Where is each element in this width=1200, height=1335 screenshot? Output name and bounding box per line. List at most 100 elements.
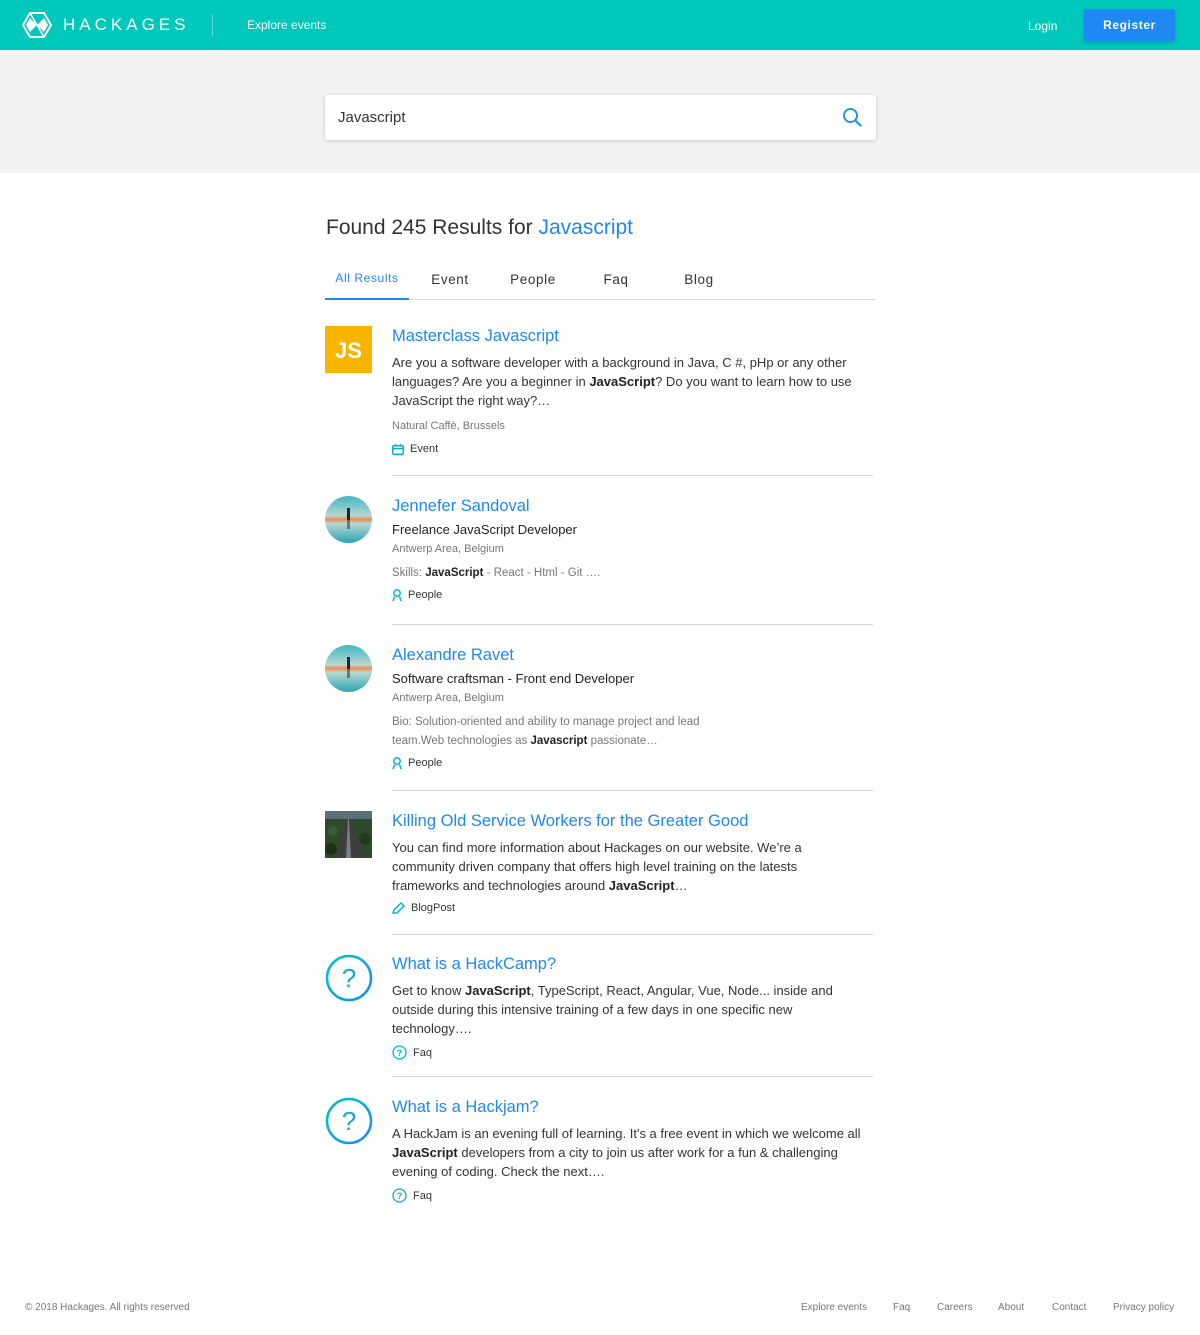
person-icon bbox=[392, 757, 402, 769]
result-type-tag: BlogPost bbox=[392, 902, 873, 914]
result-type-tag: ? Faq bbox=[392, 1045, 873, 1060]
subtitle-text: Freelance bbox=[392, 522, 454, 537]
person-icon bbox=[392, 589, 402, 601]
tag-label: Faq bbox=[413, 1189, 432, 1202]
highlight-term: Javascript bbox=[530, 735, 588, 747]
svg-text:?: ? bbox=[397, 1048, 403, 1058]
result-item: JS Masterclass Javascript Are you a soft… bbox=[325, 326, 873, 476]
result-body: Killing Old Service Workers for the Grea… bbox=[392, 811, 873, 914]
skills-label: Skills: bbox=[392, 567, 426, 579]
avatar[interactable] bbox=[325, 645, 372, 692]
top-navbar: HACKAGES Explore events Login Register bbox=[0, 0, 1200, 50]
avatar[interactable] bbox=[325, 496, 372, 543]
result-title[interactable]: Jennefer Sandoval bbox=[392, 496, 873, 516]
highlight-term: JavaScript bbox=[453, 522, 515, 537]
search-bar bbox=[325, 95, 876, 140]
results-count-text: Found 245 Results for bbox=[326, 216, 533, 239]
tab-people[interactable]: People bbox=[503, 262, 563, 300]
register-button[interactable]: Register bbox=[1084, 9, 1175, 41]
highlight-term: JavaScript bbox=[392, 1145, 458, 1160]
skills-text: - React - Html - Git …. bbox=[483, 567, 601, 579]
road-image bbox=[325, 811, 372, 858]
result-body: Alexandre Ravet Software craftsman - Fro… bbox=[392, 645, 873, 769]
result-description: Get to know JavaScript, TypeScript, Reac… bbox=[392, 981, 842, 1038]
result-type-tag: ? Faq bbox=[392, 1188, 873, 1203]
search-input[interactable] bbox=[338, 105, 818, 129]
tab-faq[interactable]: Faq bbox=[586, 262, 646, 300]
blog-thumbnail[interactable] bbox=[325, 811, 372, 858]
svg-text:?: ? bbox=[397, 1191, 403, 1201]
result-type-tag: People bbox=[392, 589, 873, 601]
faq-question-icon[interactable]: ? bbox=[325, 1097, 373, 1145]
result-item: ? What is a HackCamp? Get to know JavaSc… bbox=[325, 954, 873, 1078]
result-body: What is a Hackjam? A HackJam is an eveni… bbox=[392, 1097, 873, 1203]
footer-link-faq[interactable]: Faq bbox=[893, 1302, 910, 1313]
description-text: … bbox=[674, 878, 688, 893]
description-text: You can find more information about Hack… bbox=[392, 840, 802, 893]
results-heading: Found 245 Results for Javascript bbox=[326, 216, 633, 240]
result-divider bbox=[392, 934, 873, 935]
highlight-term: JavaScript bbox=[425, 567, 484, 579]
header-divider bbox=[212, 14, 213, 36]
footer-link-about[interactable]: About bbox=[998, 1302, 1024, 1313]
subtitle-text: Developer bbox=[514, 522, 577, 537]
result-subtitle: Freelance JavaScript Developer bbox=[392, 521, 873, 539]
hackages-logo-icon[interactable] bbox=[22, 12, 52, 38]
result-title[interactable]: What is a Hackjam? bbox=[392, 1097, 873, 1117]
result-title[interactable]: What is a HackCamp? bbox=[392, 954, 873, 974]
result-description: Are you a software developer with a back… bbox=[392, 353, 873, 410]
results-query: Javascript bbox=[538, 216, 633, 239]
highlight-term: JavaScript bbox=[608, 878, 675, 893]
result-divider bbox=[392, 1076, 873, 1077]
pencil-icon bbox=[392, 902, 405, 914]
result-title[interactable]: Killing Old Service Workers for the Grea… bbox=[392, 811, 873, 831]
svg-text:?: ? bbox=[342, 1106, 356, 1136]
footer-link-privacy-policy[interactable]: Privacy policy bbox=[1113, 1302, 1174, 1313]
calendar-icon bbox=[392, 443, 404, 455]
result-description: You can find more information about Hack… bbox=[392, 838, 822, 895]
result-bio: Bio: Solution-oriented and ability to ma… bbox=[392, 713, 722, 751]
tab-event[interactable]: Event bbox=[420, 262, 480, 300]
search-section bbox=[0, 50, 1200, 173]
result-location: Antwerp Area, Belgium bbox=[392, 543, 504, 555]
tag-label: Faq bbox=[413, 1046, 432, 1059]
description-text: developers from a city to join us after … bbox=[392, 1145, 838, 1179]
brand-name[interactable]: HACKAGES bbox=[63, 15, 189, 35]
result-item: Killing Old Service Workers for the Grea… bbox=[325, 811, 873, 935]
result-subtitle: Software craftsman - Front end Developer bbox=[392, 671, 635, 686]
highlight-term: JavaScript bbox=[464, 983, 531, 998]
result-divider bbox=[392, 624, 873, 625]
search-icon[interactable] bbox=[842, 107, 862, 127]
result-title[interactable]: Alexandre Ravet bbox=[392, 645, 873, 665]
result-location: Natural Caffè, Brussels bbox=[392, 420, 505, 432]
tab-blog[interactable]: Blog bbox=[669, 262, 729, 300]
result-skills: Skills: JavaScript - React - Html - Git … bbox=[392, 564, 873, 583]
footer-nav: Explore events Faq Careers About Contact… bbox=[0, 1302, 1200, 1316]
faq-question-icon[interactable]: ? bbox=[325, 954, 373, 1002]
result-item: Jennefer Sandoval Freelance JavaScript D… bbox=[325, 496, 873, 626]
result-body: Jennefer Sandoval Freelance JavaScript D… bbox=[392, 496, 873, 601]
footer-link-explore-events[interactable]: Explore events bbox=[801, 1302, 867, 1313]
bio-text: passionate… bbox=[587, 735, 658, 747]
login-link[interactable]: Login bbox=[1028, 19, 1057, 33]
svg-text:?: ? bbox=[342, 963, 356, 993]
tab-all-results[interactable]: All Results bbox=[325, 262, 409, 300]
description-text: A HackJam is an evening full of learning… bbox=[392, 1126, 861, 1141]
tag-label: People bbox=[408, 757, 443, 769]
footer-link-contact[interactable]: Contact bbox=[1052, 1302, 1086, 1313]
result-type-tag: People bbox=[392, 757, 873, 769]
tag-label: Event bbox=[410, 443, 439, 455]
question-icon: ? bbox=[392, 1045, 407, 1060]
result-title[interactable]: Masterclass Javascript bbox=[392, 326, 873, 346]
results-tabs: All Results Event People Faq Blog bbox=[325, 262, 876, 300]
result-item: ? What is a Hackjam? A HackJam is an eve… bbox=[325, 1097, 873, 1211]
explore-events-link[interactable]: Explore events bbox=[247, 18, 326, 32]
result-divider bbox=[392, 475, 873, 476]
question-icon: ? bbox=[392, 1188, 407, 1203]
javascript-logo-thumbnail[interactable]: JS bbox=[325, 326, 372, 373]
footer-link-careers[interactable]: Careers bbox=[937, 1302, 973, 1313]
result-location: Antwerp Area, Belgium bbox=[392, 692, 504, 704]
result-description: A HackJam is an evening full of learning… bbox=[392, 1124, 870, 1181]
result-divider bbox=[392, 790, 873, 791]
avatar-image bbox=[325, 645, 372, 692]
